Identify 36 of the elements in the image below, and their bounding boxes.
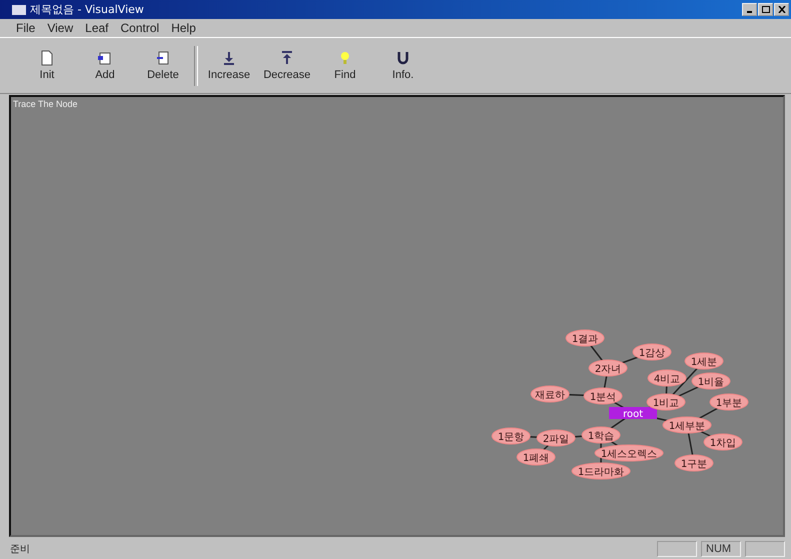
tree-node[interactable]: 1세부분 bbox=[662, 416, 712, 434]
tree-node[interactable]: 1감상 bbox=[632, 344, 672, 360]
toolbar-button[interactable]: Delete bbox=[134, 50, 192, 81]
window-title: 제목없음 - VisualView bbox=[30, 2, 145, 17]
menu-item[interactable]: Control bbox=[114, 21, 166, 35]
tree-node[interactable]: 1부분 bbox=[710, 394, 748, 410]
tree-node[interactable]: 1학습 bbox=[582, 426, 620, 444]
menu-item[interactable]: Leaf bbox=[79, 21, 114, 35]
tree-node[interactable]: 1드라마화 bbox=[572, 462, 630, 480]
tree-node[interactable]: 1분석 bbox=[584, 388, 622, 404]
tree-node[interactable]: 1결과 bbox=[566, 330, 604, 346]
toolbar-button[interactable]: Info. bbox=[374, 50, 432, 81]
tree-node[interactable]: 재료하 bbox=[530, 386, 570, 402]
tree-node[interactable]: 1비율 bbox=[692, 372, 730, 390]
status-message: 준비 bbox=[10, 542, 31, 556]
menu-item[interactable]: File bbox=[10, 21, 42, 35]
menu-item[interactable]: View bbox=[41, 21, 80, 35]
tree-node[interactable]: 2파일 bbox=[536, 430, 576, 446]
toolbar-button[interactable]: Increase bbox=[200, 50, 258, 81]
tree-node[interactable]: 4비교 bbox=[648, 370, 686, 386]
tree-node[interactable]: 1차입 bbox=[704, 434, 742, 450]
tree-node[interactable]: 2자녀 bbox=[588, 360, 628, 376]
tree-node[interactable]: 1세스오렉스 bbox=[594, 444, 664, 462]
tree-node[interactable]: 1문항 bbox=[492, 428, 530, 444]
tree-node[interactable]: 1폐쇄 bbox=[516, 448, 556, 466]
toolbar-button[interactable]: Decrease bbox=[258, 50, 316, 81]
tree-node[interactable]: 1구분 bbox=[674, 454, 714, 472]
toolbar-button[interactable]: Add bbox=[76, 50, 134, 81]
canvas-caption: Trace The Node bbox=[13, 99, 78, 109]
toolbar-button[interactable]: Init bbox=[18, 50, 76, 81]
tree-node[interactable]: root bbox=[609, 407, 657, 420]
tree-node[interactable]: 1세분 bbox=[684, 352, 724, 370]
toolbar-button[interactable]: Find bbox=[316, 50, 374, 81]
menu-item[interactable]: Help bbox=[165, 21, 202, 35]
status-indicator: NUM bbox=[701, 540, 741, 556]
tree-node[interactable]: 1비교 bbox=[646, 394, 686, 410]
